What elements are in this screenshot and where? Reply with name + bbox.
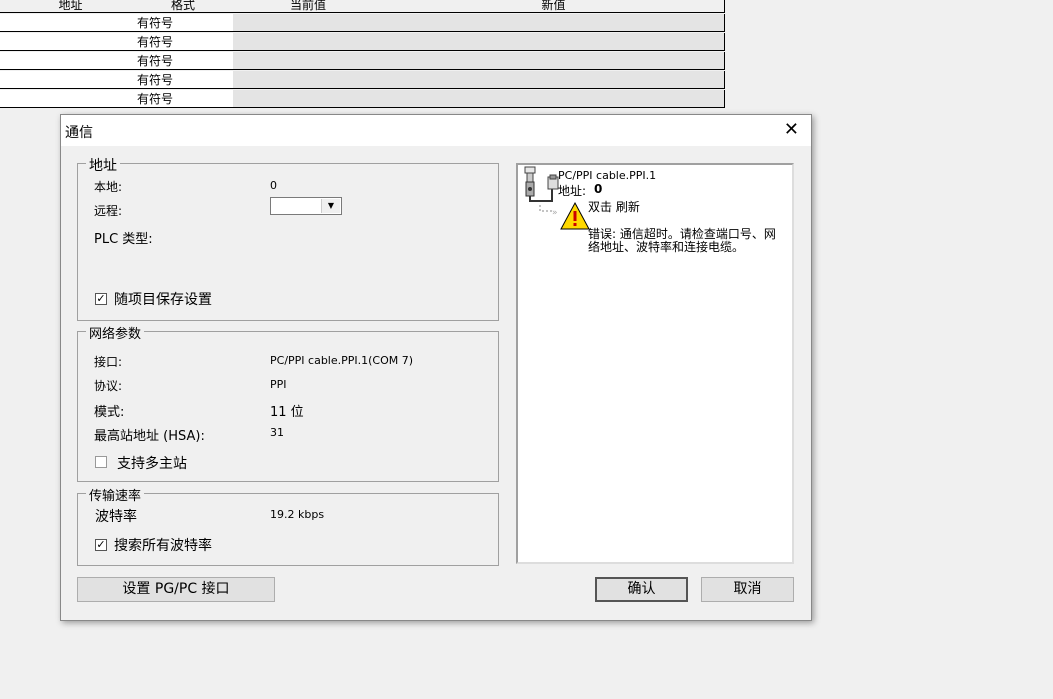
baud-group-legend: 传输速率 bbox=[86, 485, 145, 504]
table-row[interactable]: 有符号 bbox=[0, 33, 725, 52]
address-cell[interactable] bbox=[8, 14, 134, 32]
network-group-legend: 网络参数 bbox=[86, 323, 145, 342]
remote-address-dropdown[interactable]: ▼ bbox=[270, 197, 342, 215]
table-row[interactable]: 有符号 bbox=[0, 52, 725, 71]
cable-name: PC/PPI cable.PPI.1 bbox=[558, 169, 657, 182]
address-group: 地址 本地: 0 远程: ▼ PLC 类型: ✓ 随项目保存设置 bbox=[77, 155, 499, 321]
mode-label: 模式: bbox=[94, 405, 125, 420]
warning-icon bbox=[560, 201, 590, 230]
ok-button[interactable]: 确认 bbox=[595, 577, 688, 602]
dialog-titlebar[interactable]: 通信 ✕ bbox=[61, 115, 811, 146]
panel-address-value: 0 bbox=[594, 182, 603, 196]
current-value-cell bbox=[233, 14, 384, 32]
baud-rate-label: 波特率 bbox=[95, 509, 137, 525]
table-row[interactable]: 有符号 bbox=[0, 14, 725, 33]
new-value-cell[interactable] bbox=[383, 14, 725, 32]
multi-master-label[interactable]: 支持多主站 bbox=[117, 453, 187, 473]
local-value: 0 bbox=[270, 179, 277, 192]
new-value-cell[interactable] bbox=[383, 52, 725, 70]
current-value-cell bbox=[233, 71, 384, 89]
format-cell[interactable]: 有符号 bbox=[133, 52, 234, 70]
search-all-baud-label[interactable]: 搜索所有波特率 bbox=[114, 535, 212, 555]
current-value-cell bbox=[233, 33, 384, 51]
column-header-new-value[interactable]: 新值 bbox=[383, 0, 725, 13]
hsa-value: 31 bbox=[270, 426, 284, 439]
network-view-panel[interactable]: » PC/PPI cable.PPI.1 地址: 0 双击 刷新 错误: 通信超… bbox=[516, 163, 794, 564]
refresh-hint: 双击 刷新 bbox=[588, 200, 640, 214]
multi-master-checkbox[interactable] bbox=[95, 456, 107, 468]
remote-label: 远程: bbox=[94, 204, 123, 218]
protocol-value: PPI bbox=[270, 378, 287, 391]
new-value-cell[interactable] bbox=[383, 90, 725, 108]
column-header-current-value[interactable]: 当前值 bbox=[233, 0, 384, 13]
current-value-cell bbox=[233, 52, 384, 70]
current-value-cell bbox=[233, 90, 384, 108]
address-cell[interactable] bbox=[8, 90, 134, 108]
transmission-rate-group: 传输速率 波特率 19.2 kbps ✓ 搜索所有波特率 bbox=[77, 485, 499, 566]
set-pgpc-interface-button[interactable]: 设置 PG/PC 接口 bbox=[77, 577, 275, 602]
hsa-label: 最高站地址 (HSA): bbox=[94, 429, 205, 444]
format-cell[interactable]: 有符号 bbox=[133, 14, 234, 32]
search-all-baud-checkbox[interactable]: ✓ bbox=[95, 539, 107, 551]
interface-value: PC/PPI cable.PPI.1(COM 7) bbox=[270, 354, 414, 367]
network-parameters-group: 网络参数 接口: PC/PPI cable.PPI.1(COM 7) 协议: P… bbox=[77, 323, 499, 482]
column-header-address[interactable]: 地址 bbox=[8, 0, 134, 13]
mode-value: 11 位 bbox=[270, 405, 304, 420]
local-label: 本地: bbox=[94, 180, 123, 194]
svg-text:»: » bbox=[552, 208, 558, 218]
cancel-button[interactable]: 取消 bbox=[701, 577, 794, 602]
address-cell[interactable] bbox=[8, 71, 134, 89]
error-message-line-2: 络地址、波特率和连接电缆。 bbox=[588, 240, 745, 254]
dialog-title: 通信 bbox=[65, 125, 93, 141]
baud-rate-value: 19.2 kbps bbox=[270, 508, 325, 521]
format-cell[interactable]: 有符号 bbox=[133, 71, 234, 89]
address-cell[interactable] bbox=[8, 33, 134, 51]
communications-dialog: 通信 ✕ 地址 本地: 0 远程: ▼ PLC 类型: ✓ 随项目保存设置 网络… bbox=[60, 114, 812, 621]
format-cell[interactable]: 有符号 bbox=[133, 33, 234, 51]
panel-address-label: 地址: bbox=[558, 184, 587, 198]
plc-type-label: PLC 类型: bbox=[94, 232, 153, 247]
table-row[interactable]: 有符号 bbox=[0, 71, 725, 90]
interface-label: 接口: bbox=[94, 355, 123, 369]
column-header-format[interactable]: 格式 bbox=[133, 0, 234, 13]
new-value-cell[interactable] bbox=[383, 71, 725, 89]
table-row[interactable]: 有符号 bbox=[0, 90, 725, 109]
chevron-down-icon[interactable]: ▼ bbox=[321, 199, 340, 213]
save-with-project-label[interactable]: 随项目保存设置 bbox=[114, 289, 212, 309]
address-cell[interactable] bbox=[8, 52, 134, 70]
save-with-project-checkbox[interactable]: ✓ bbox=[95, 293, 107, 305]
protocol-label: 协议: bbox=[94, 379, 123, 393]
close-icon[interactable]: ✕ bbox=[784, 119, 799, 140]
new-value-cell[interactable] bbox=[383, 33, 725, 51]
address-group-legend: 地址 bbox=[86, 155, 120, 175]
format-cell[interactable]: 有符号 bbox=[133, 90, 234, 108]
